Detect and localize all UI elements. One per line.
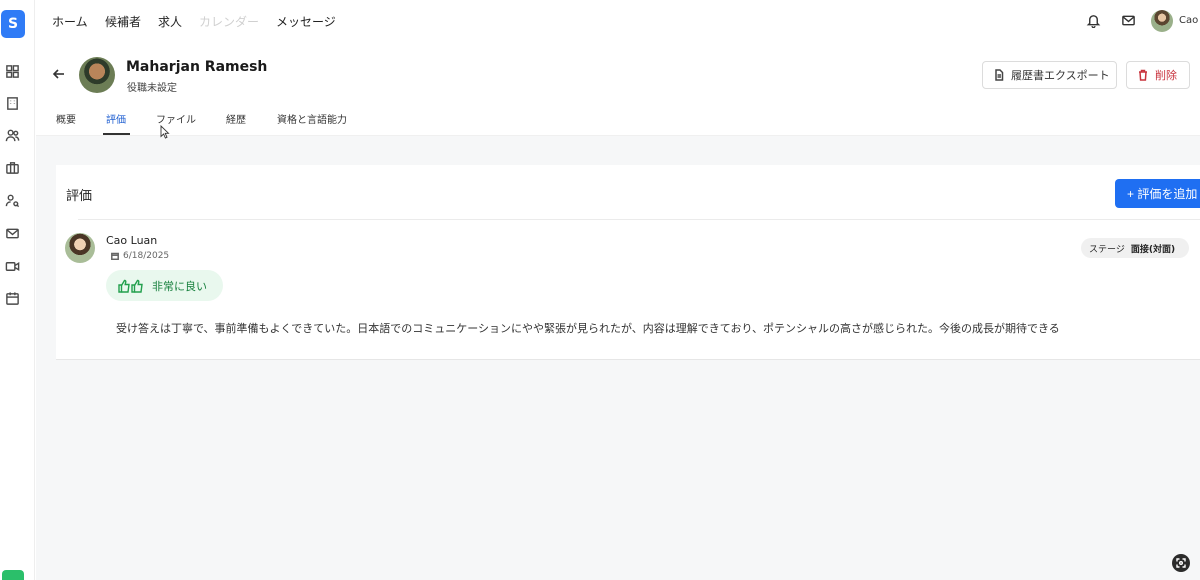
candidate-name: Maharjan Ramesh [126, 59, 268, 75]
add-evaluation-button[interactable]: + 評価を追加 [1115, 179, 1200, 208]
evaluation-comment: 受け答えは丁寧で、事前準備もよくできていた。日本語でのコミュニケーションにやや緊… [116, 322, 1060, 335]
mouse-cursor-icon [160, 124, 170, 139]
delete-button[interactable]: 削除 [1126, 61, 1190, 89]
evaluator-name: Cao Luan [106, 234, 158, 247]
status-indicator [2, 570, 24, 580]
mail-icon[interactable] [4, 225, 20, 241]
nav-messages[interactable]: メッセージ [276, 13, 336, 30]
user-search-icon[interactable] [4, 192, 20, 208]
mail-icon[interactable] [1121, 13, 1137, 29]
nav-candidates[interactable]: 候補者 [105, 13, 141, 30]
section-title: 評価 [66, 189, 93, 204]
bell-icon[interactable] [1086, 13, 1102, 29]
stage-label: ステージ [1089, 244, 1125, 255]
document-icon [993, 69, 1005, 81]
export-resume-label: 履歴書エクスポート [1011, 70, 1110, 82]
tab-evaluation[interactable]: 評価 [106, 111, 126, 126]
calendar-icon[interactable] [4, 290, 20, 306]
video-icon[interactable] [4, 258, 20, 274]
app-logo[interactable]: S [1, 10, 25, 38]
evaluation-date-text: 6/18/2025 [123, 251, 170, 261]
briefcase-icon[interactable] [4, 159, 20, 175]
user-avatar[interactable] [1151, 10, 1173, 32]
delete-label: 削除 [1155, 70, 1177, 82]
calendar-icon [111, 252, 119, 260]
candidate-role: 役職未設定 [127, 83, 177, 94]
rating-badge: 非常に良い [106, 270, 223, 301]
export-resume-button[interactable]: 履歴書エクスポート [982, 61, 1117, 89]
stage-badge: ステージ 面接(対面) [1081, 238, 1189, 258]
candidate-avatar [79, 57, 115, 93]
top-navigation: ホーム 候補者 求人 カレンダー メッセージ [36, 0, 1200, 42]
stage-value: 面接(対面) [1130, 244, 1176, 255]
sidebar: S [0, 0, 35, 580]
nav-home[interactable]: ホーム [52, 13, 88, 30]
nav-jobs[interactable]: 求人 [158, 13, 182, 30]
screenshot-icon[interactable] [1172, 554, 1190, 572]
users-icon[interactable] [4, 127, 20, 143]
trash-icon [1137, 69, 1149, 81]
card-divider [78, 219, 1200, 220]
thumbs-up-icon [118, 279, 144, 293]
back-arrow-icon[interactable] [52, 66, 66, 80]
tab-overview[interactable]: 概要 [56, 111, 76, 126]
building-icon[interactable] [4, 95, 20, 111]
user-name[interactable]: Cao [1179, 15, 1198, 26]
evaluation-date: 6/18/2025 [111, 251, 169, 261]
rating-label: 非常に良い [152, 279, 207, 293]
tab-career[interactable]: 経歴 [226, 111, 246, 126]
nav-calendar[interactable]: カレンダー [199, 13, 259, 30]
tab-qualifications[interactable]: 資格と言語能力 [277, 111, 347, 126]
grid-icon[interactable] [4, 63, 20, 79]
evaluator-avatar [65, 233, 95, 263]
